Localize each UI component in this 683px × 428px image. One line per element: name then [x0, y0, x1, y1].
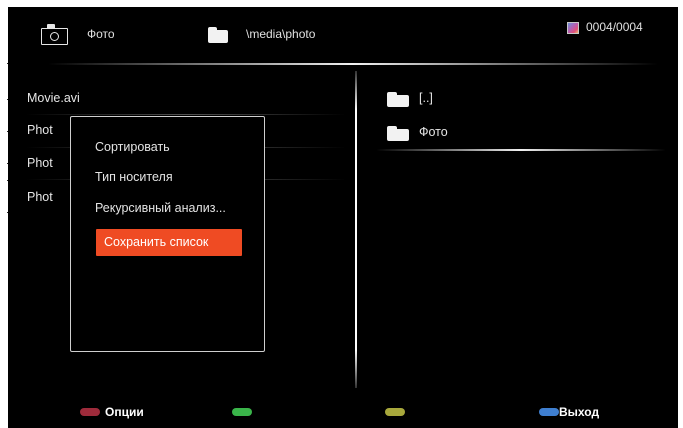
- photo-file-icon: [567, 22, 579, 34]
- current-path: \media\photo: [246, 27, 316, 41]
- folder-item-photo[interactable]: Фото: [419, 125, 448, 139]
- folder-selection-line: [376, 149, 666, 151]
- list-item[interactable]: Phot: [27, 156, 53, 170]
- green-key-icon: [232, 408, 252, 416]
- media-browser-screen: Фото \media\photo 0004/0004 Movie.avi Ph…: [8, 7, 678, 428]
- yellow-key-icon: [385, 408, 405, 416]
- menu-item-media-type[interactable]: Тип носителя: [95, 170, 173, 184]
- source-label: Фото: [87, 27, 115, 41]
- folder-item-parent[interactable]: [..]: [419, 91, 433, 105]
- list-item[interactable]: Phot: [27, 190, 53, 204]
- red-key-icon: [80, 408, 100, 416]
- options-menu: Сортировать Тип носителя Рекурсивный ана…: [70, 116, 265, 352]
- file-counter: 0004/0004: [586, 20, 643, 34]
- folder-icon: [387, 126, 409, 141]
- menu-item-sort[interactable]: Сортировать: [95, 140, 170, 154]
- folder-icon: [387, 92, 409, 107]
- exit-key-label[interactable]: Выход: [559, 405, 599, 419]
- blue-key-icon: [539, 408, 559, 416]
- options-key-label[interactable]: Опции: [105, 405, 144, 419]
- menu-item-save-list[interactable]: Сохранить список: [96, 229, 242, 256]
- list-item[interactable]: Movie.avi: [27, 91, 80, 105]
- menu-item-recursive-scan[interactable]: Рекурсивный анализ...: [95, 201, 226, 215]
- list-item[interactable]: Phot: [27, 123, 53, 137]
- header-divider: [48, 63, 658, 65]
- camera-icon: [41, 24, 68, 45]
- panel-divider: [355, 71, 357, 388]
- folder-icon: [208, 27, 228, 43]
- row-divider: [26, 114, 346, 115]
